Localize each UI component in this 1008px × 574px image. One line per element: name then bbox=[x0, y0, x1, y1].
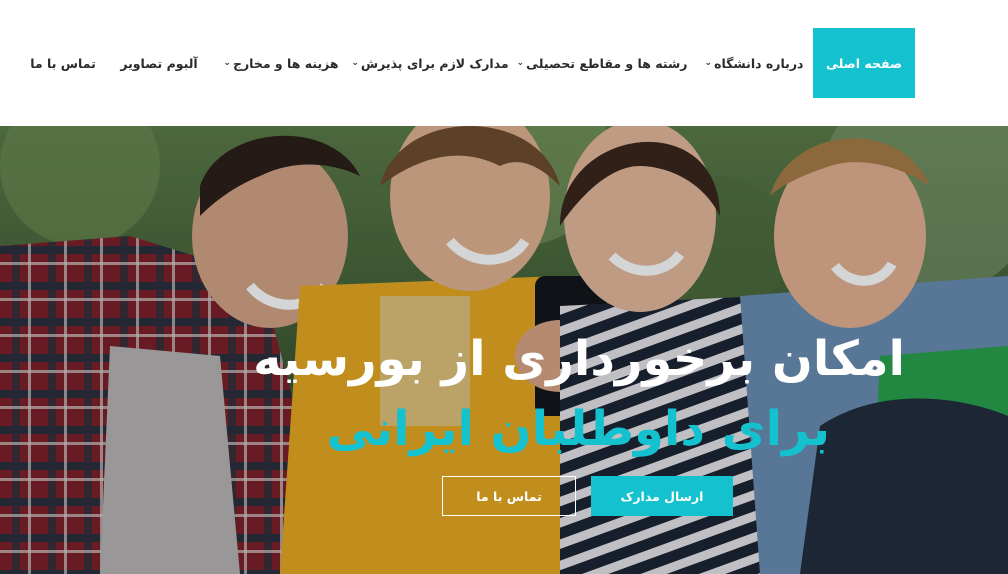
chevron-down-icon: ⌄ bbox=[516, 58, 525, 68]
hero-subheadline: برای داوطلبان ایرانی bbox=[326, 401, 830, 457]
chevron-down-icon: ⌄ bbox=[223, 58, 231, 68]
send-documents-button-label: ارسال مدارک bbox=[620, 488, 704, 504]
nav-item-about[interactable]: درباره دانشگاه ⌄ bbox=[704, 28, 804, 98]
contact-us-button[interactable]: تماس با ما bbox=[442, 476, 576, 516]
nav-item-documents[interactable]: مدارک لازم برای پذیرش ⌄ bbox=[351, 28, 508, 98]
nav-item-label: مدارک لازم برای پذیرش bbox=[360, 55, 509, 71]
nav-item-label: صفحه اصلی bbox=[825, 55, 903, 71]
hero-headline: امکان برخورداری از بورسیه bbox=[253, 331, 905, 387]
nav-item-contact[interactable]: تماس با ما bbox=[30, 28, 96, 98]
nav-item-label: تماس با ما bbox=[30, 55, 96, 71]
hero-banner: امکان برخورداری از بورسیه برای داوطلبان … bbox=[0, 126, 1008, 574]
nav-item-label: رشته ها و مقاطع تحصیلی bbox=[526, 55, 688, 71]
chevron-down-icon: ⌄ bbox=[351, 58, 359, 68]
nav-item-costs[interactable]: هزینه ها و مخارج ⌄ bbox=[223, 28, 339, 98]
send-documents-button[interactable]: ارسال مدارک bbox=[591, 476, 733, 516]
nav-item-label: هزینه ها و مخارج bbox=[232, 55, 339, 71]
nav-item-label: درباره دانشگاه bbox=[714, 55, 804, 71]
chevron-down-icon: ⌄ bbox=[704, 58, 713, 68]
nav-item-home[interactable]: صفحه اصلی bbox=[813, 28, 915, 98]
nav-item-label: آلبوم تصاویر bbox=[120, 55, 198, 71]
nav-item-majors[interactable]: رشته ها و مقاطع تحصیلی ⌄ bbox=[517, 28, 688, 98]
top-navigation: صفحه اصلی درباره دانشگاه ⌄ رشته ها و مقا… bbox=[0, 0, 1008, 126]
contact-us-button-label: تماس با ما bbox=[476, 488, 542, 504]
nav-item-gallery[interactable]: آلبوم تصاویر bbox=[120, 28, 198, 98]
